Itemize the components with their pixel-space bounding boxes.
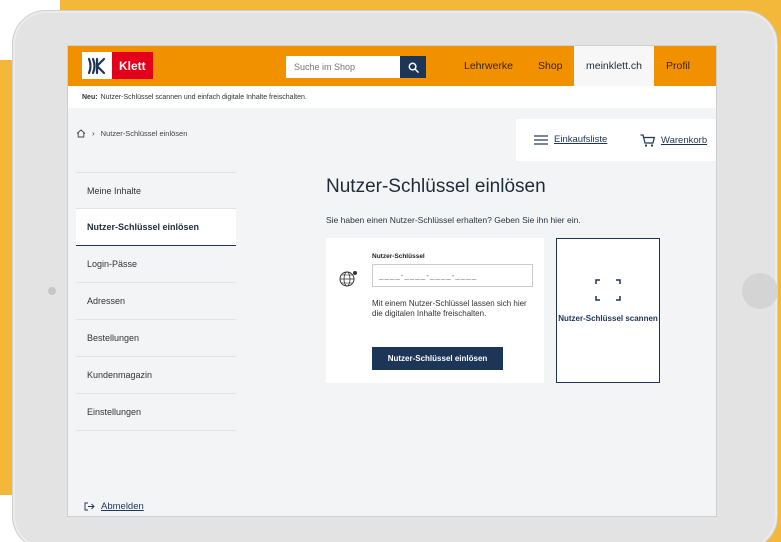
cart-link[interactable]: Warenkorb bbox=[640, 134, 707, 147]
klett-logo-text: Klett bbox=[112, 52, 153, 79]
utility-bar: Einkaufsliste Warenkorb bbox=[516, 119, 716, 161]
sidebar-item-login-paesse[interactable]: Login-Pässe bbox=[76, 246, 236, 283]
logout-link[interactable]: Abmelden bbox=[84, 501, 144, 512]
redeem-key-button[interactable]: Nutzer-Schlüssel einlösen bbox=[372, 347, 503, 370]
logout-label: Abmelden bbox=[101, 501, 144, 512]
top-navigation: Klett Lehrwerke Shop meinklett.ch Profil bbox=[68, 46, 716, 86]
key-hint-text: Mit einem Nutzer-Schlüssel lassen sich h… bbox=[372, 299, 527, 318]
sidebar-item-kundenmagazin[interactable]: Kundenmagazin bbox=[76, 357, 236, 394]
notice-text: Nutzer-Schlüssel scannen und einfach dig… bbox=[100, 93, 307, 101]
sidebar-item-meine-inhalte[interactable]: Meine Inhalte bbox=[76, 172, 236, 209]
key-entry-card: Nutzer-Schlüssel Mit einem Nutzer-Schlüs… bbox=[326, 238, 544, 383]
scan-frame-icon bbox=[595, 279, 621, 301]
key-field-label: Nutzer-Schlüssel bbox=[372, 253, 425, 260]
shopping-list-link[interactable]: Einkaufsliste bbox=[534, 134, 607, 145]
home-button[interactable] bbox=[742, 273, 778, 309]
page-subtitle: Sie haben einen Nutzer-Schlüssel erhalte… bbox=[326, 215, 581, 225]
breadcrumb: › Nutzer-Schlüssel einlösen bbox=[76, 129, 187, 138]
nav-lehrwerke[interactable]: Lehrwerke bbox=[464, 46, 513, 86]
home-icon[interactable] bbox=[76, 129, 86, 138]
nav-meinklett[interactable]: meinklett.ch bbox=[574, 46, 654, 86]
search-button[interactable] bbox=[400, 56, 426, 78]
camera-dot bbox=[48, 287, 56, 295]
klett-mark-icon bbox=[82, 52, 112, 79]
scan-key-label: Nutzer-Schlüssel scannen bbox=[558, 314, 658, 323]
nav-profil[interactable]: Profil bbox=[666, 46, 690, 86]
sidebar-item-einstellungen[interactable]: Einstellungen bbox=[76, 394, 236, 431]
search-input[interactable] bbox=[286, 56, 400, 78]
sidebar-item-nutzer-schluessel[interactable]: Nutzer-Schlüssel einlösen bbox=[76, 209, 236, 246]
account-sidebar: Meine Inhalte Nutzer-Schlüssel einlösen … bbox=[76, 172, 236, 431]
logout-icon bbox=[84, 502, 95, 511]
cart-label: Warenkorb bbox=[661, 135, 708, 146]
sidebar-item-bestellungen[interactable]: Bestellungen bbox=[76, 320, 236, 357]
page-title: Nutzer-Schlüssel einlösen bbox=[326, 176, 546, 197]
scan-key-button[interactable]: Nutzer-Schlüssel scannen bbox=[556, 238, 660, 383]
tablet-screen: Klett Lehrwerke Shop meinklett.ch Profil… bbox=[67, 45, 717, 517]
search-icon bbox=[408, 62, 419, 73]
breadcrumb-current: Nutzer-Schlüssel einlösen bbox=[100, 129, 188, 138]
nav-shop[interactable]: Shop bbox=[538, 46, 563, 86]
list-icon bbox=[534, 134, 548, 145]
breadcrumb-separator: › bbox=[92, 129, 95, 138]
globe-icon bbox=[339, 271, 357, 287]
notice-banner: Neu: Nutzer-Schlüssel scannen und einfac… bbox=[68, 86, 716, 108]
notice-label: Neu: bbox=[82, 93, 98, 101]
shopping-list-label: Einkaufsliste bbox=[554, 134, 608, 145]
cart-icon bbox=[640, 134, 655, 147]
sidebar-item-adressen[interactable]: Adressen bbox=[76, 283, 236, 320]
klett-logo[interactable]: Klett bbox=[82, 52, 153, 79]
key-input[interactable] bbox=[372, 264, 533, 287]
